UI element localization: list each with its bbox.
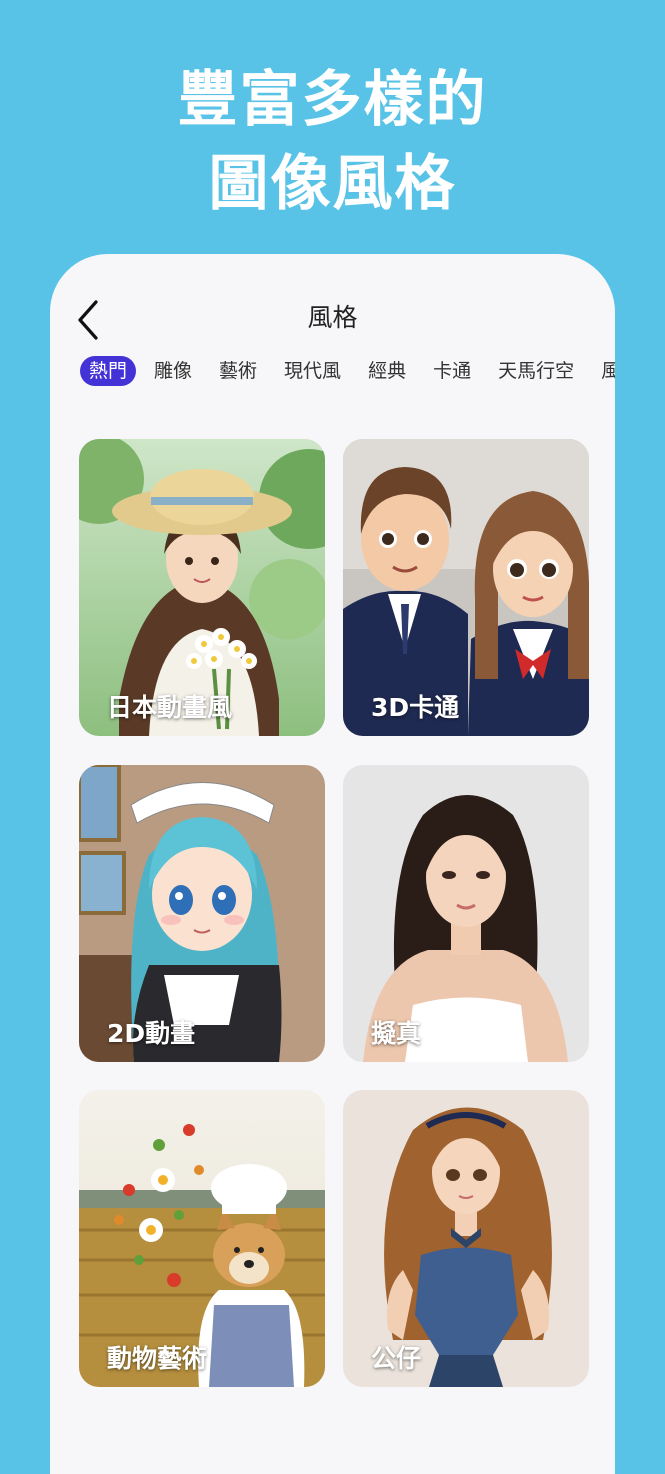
promo-line-1: 豐富多樣的 — [177, 65, 488, 135]
style-card-anime[interactable]: 日本動畫風 — [79, 439, 325, 736]
tab-modern[interactable]: 現代風 — [275, 356, 350, 386]
style-label: 2D動畫 — [107, 1019, 196, 1048]
phone-screen: 風格 熱門 雕像 藝術 現代風 經典 卡通 天馬行空風 日本動畫風 3D卡通 2… — [50, 254, 615, 1474]
tab-fantasy[interactable]: 天馬行空 — [489, 356, 583, 386]
tab-art[interactable]: 藝術 — [210, 356, 266, 386]
style-card-2d-anime[interactable]: 2D動畫 — [79, 765, 325, 1062]
promo-headline: 豐富多樣的 圖像風格 — [0, 58, 665, 226]
tab-statue[interactable]: 雕像 — [145, 356, 201, 386]
category-tabs: 熱門 雕像 藝術 現代風 經典 卡通 天馬行空風 — [80, 356, 615, 392]
page-title: 風格 — [307, 303, 358, 332]
style-label: 公仔 — [371, 1344, 422, 1373]
promo-line-2: 圖像風格 — [208, 149, 457, 219]
style-card-realistic[interactable]: 擬真 — [343, 765, 589, 1062]
tab-partial[interactable]: 風 — [592, 356, 615, 386]
style-label: 3D卡通 — [371, 693, 460, 722]
style-label: 動物藝術 — [107, 1344, 208, 1373]
tab-cartoon[interactable]: 卡通 — [424, 356, 480, 386]
tab-hot[interactable]: 熱門 — [80, 356, 137, 386]
style-label: 日本動畫風 — [107, 693, 233, 722]
style-card-animal-art[interactable]: 動物藝術 — [79, 1090, 325, 1387]
style-label: 擬真 — [371, 1019, 422, 1048]
style-card-figurine[interactable]: 公仔 — [343, 1090, 589, 1387]
tab-classic[interactable]: 經典 — [359, 356, 415, 386]
style-card-3d-cartoon[interactable]: 3D卡通 — [343, 439, 589, 736]
